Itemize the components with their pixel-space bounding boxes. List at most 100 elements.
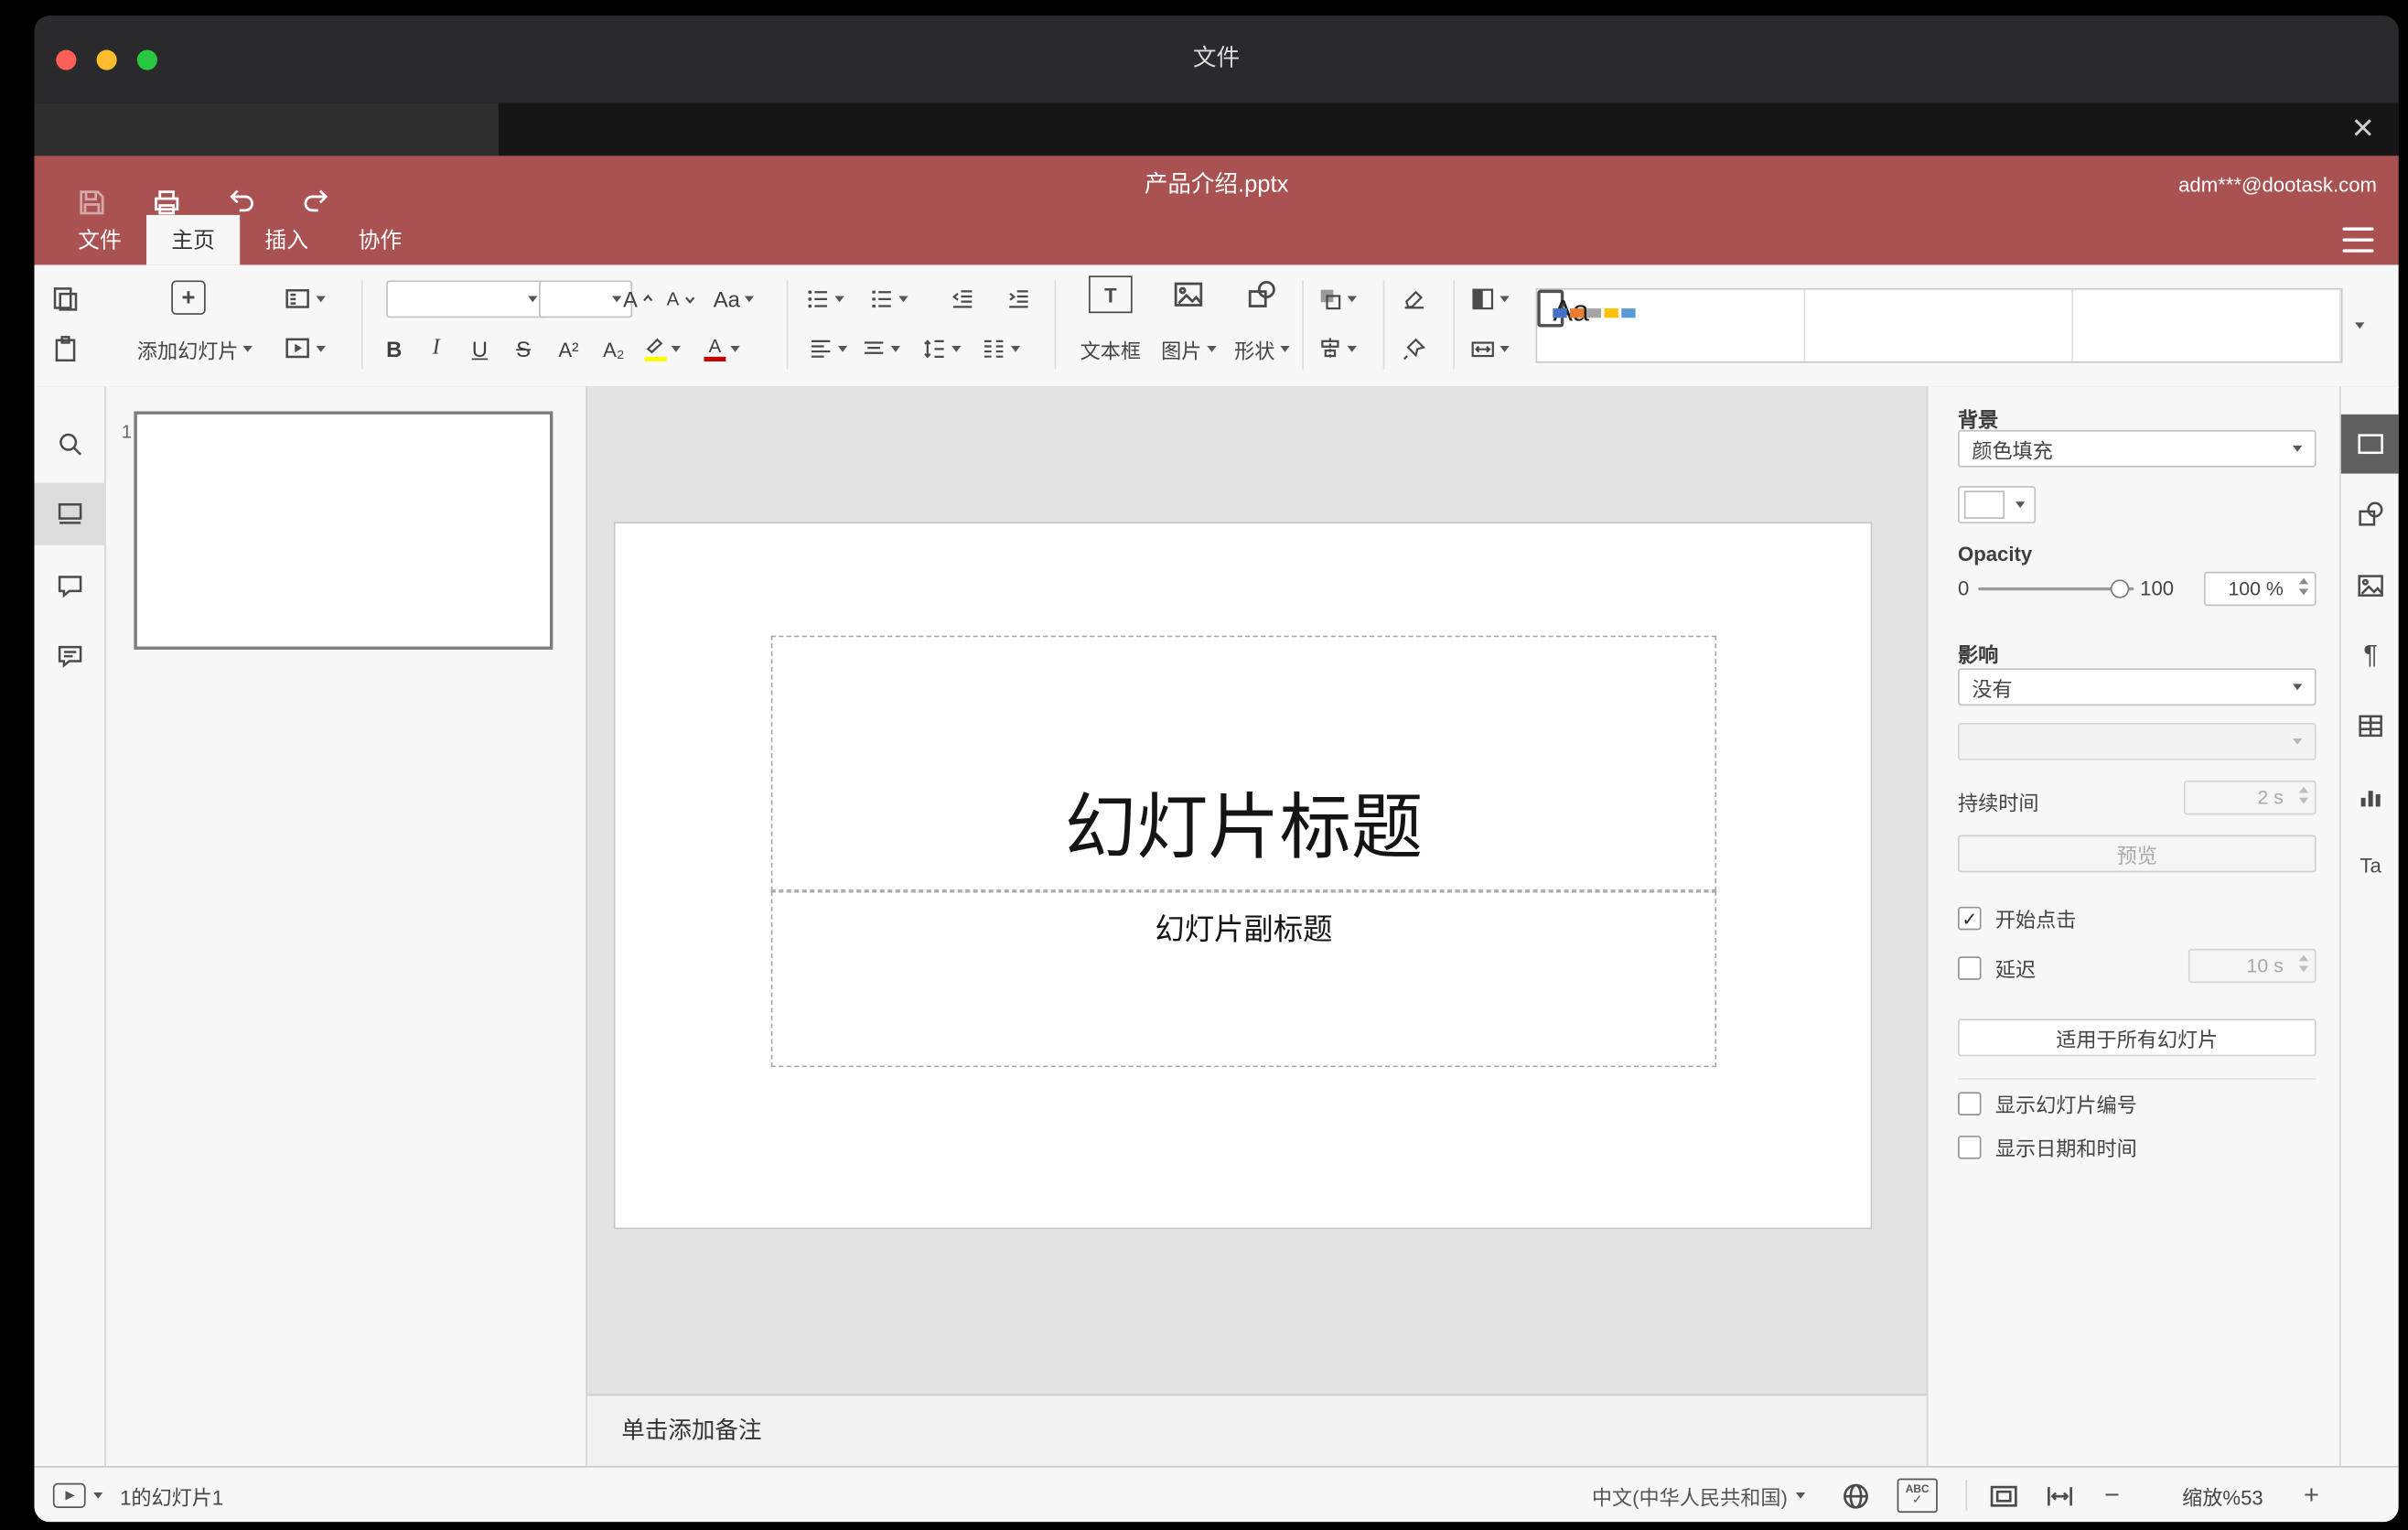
theme-gallery-expand-button[interactable] [2355,306,2365,346]
image-icon [1174,282,1203,307]
delay-spinner[interactable]: 10 s [2188,948,2317,984]
copy-button[interactable] [51,279,80,319]
subscript-button[interactable]: A₂ [597,329,630,369]
image-settings-button[interactable] [2346,561,2395,610]
font-size-combo[interactable] [539,280,633,318]
underline-button[interactable]: U [466,329,494,369]
editing-canvas: 幻灯片标题 幻灯片副标题 [586,386,1927,1395]
tab-home[interactable]: 主页 [146,214,241,265]
chevron-down-icon [528,296,538,303]
font-color-button[interactable]: A [704,329,740,369]
align-shapes-button[interactable] [1317,329,1357,369]
tab-collaboration[interactable]: 协作 [333,215,426,264]
spinner-arrows[interactable] [2298,954,2309,973]
columns-button[interactable] [982,329,1021,369]
tab-insert[interactable]: 插入 [240,215,333,264]
insert-textbox-button[interactable]: T [1075,275,1146,315]
color-scheme-button[interactable] [1470,279,1510,319]
start-preview-control[interactable] [52,1468,103,1523]
italic-button[interactable]: I [422,329,450,369]
title-placeholder[interactable]: 幻灯片标题 [770,635,1717,891]
chart-settings-button[interactable] [2346,771,2395,821]
insert-shape-button[interactable] [1231,275,1293,315]
theme-item-3[interactable] [2072,289,2341,361]
bullets-button[interactable] [805,279,844,319]
tab-file[interactable]: 文件 [53,215,146,264]
highlight-color-button[interactable] [644,329,681,369]
zoom-in-button[interactable]: + [2304,1468,2319,1523]
paste-button[interactable] [51,329,80,369]
fit-width-button[interactable] [2045,1468,2074,1523]
set-language-button[interactable] [1841,1468,1870,1523]
slide-1[interactable]: 幻灯片标题 幻灯片副标题 [613,522,1873,1230]
increase-indent-button[interactable] [1006,279,1031,319]
decrease-indent-button[interactable] [951,279,975,319]
search-button[interactable] [45,419,94,469]
slide-thumbnail-1[interactable] [134,411,554,650]
start-on-click-checkbox[interactable]: ✓ [1957,906,1982,931]
slides-panel-button[interactable] [34,482,106,545]
textart-settings-button[interactable]: Ta [2346,840,2395,889]
preview-button[interactable]: 预览 [1957,835,2317,873]
copy-style-button[interactable] [1402,329,1426,369]
duration-spinner[interactable]: 2 s [2183,780,2317,815]
fit-slide-button[interactable] [1989,1468,2018,1523]
show-slide-number-checkbox[interactable] [1957,1092,1982,1115]
transition-type-select[interactable] [1957,722,2317,760]
bold-button[interactable]: B [380,329,408,369]
theme-item-2[interactable] [1805,289,2073,361]
start-slideshow-button[interactable] [284,329,326,369]
add-slide-label-dropdown[interactable]: 添加幻灯片 [137,329,253,369]
clear-style-button[interactable] [1402,279,1426,319]
hamburger-menu-icon[interactable] [2342,227,2374,253]
change-layout-button[interactable] [284,279,326,319]
slide-settings-icon [2358,434,2383,455]
notes-placeholder[interactable]: 单击添加备注 [621,1395,761,1467]
subtitle-placeholder[interactable]: 幻灯片副标题 [770,890,1717,1068]
horizontal-align-button[interactable] [809,329,848,369]
opacity-slider-handle[interactable] [2110,579,2130,598]
line-spacing-button[interactable] [922,329,962,369]
spellcheck-button[interactable]: ABC ✓ [1897,1468,1938,1523]
slides-icon [58,503,82,524]
transition-effect-select[interactable]: 没有 [1957,668,2317,706]
paragraph-settings-button[interactable]: ¶ [2346,630,2395,680]
insert-shape-label[interactable]: 形状 [1231,329,1293,369]
comments-button[interactable] [45,561,94,610]
spinner-arrows[interactable] [2298,786,2309,804]
notes-area[interactable]: 单击添加备注 [586,1394,1927,1467]
delay-row: 延迟 [1957,954,2036,983]
background-color-picker[interactable] [1957,486,2037,524]
numbering-button[interactable] [869,279,908,319]
zoom-out-button[interactable]: − [2104,1468,2120,1523]
insert-image-label[interactable]: 图片 [1157,329,1220,369]
superscript-button[interactable]: A² [552,329,586,369]
shape-settings-button[interactable] [2346,490,2395,539]
highlighter-icon [644,337,667,361]
chat-button[interactable] [45,630,94,680]
slide-size-button[interactable] [1470,329,1510,369]
opacity-spinner[interactable]: 100 % [2203,571,2317,607]
close-icon[interactable]: × [2343,102,2383,156]
add-slide-button[interactable]: + [171,277,206,318]
insert-textbox-label[interactable]: 文本框 [1075,329,1146,369]
vertical-align-button[interactable] [861,329,901,369]
table-settings-button[interactable] [2346,701,2395,750]
increase-font-size-button[interactable]: A [623,279,655,319]
insert-image-button[interactable] [1157,275,1220,315]
show-date-time-checkbox[interactable] [1957,1136,1982,1159]
language-selector[interactable]: 中文(中华人民共和国) [1592,1468,1805,1523]
delay-checkbox[interactable] [1957,956,1982,980]
spinner-arrows[interactable] [2298,577,2309,596]
decrease-font-size-button[interactable]: A [667,279,696,319]
change-case-button[interactable]: Aa [714,279,755,319]
slide-settings-button[interactable] [2340,414,2399,474]
font-name-combo[interactable] [386,280,549,318]
strikeout-button[interactable]: S [510,329,538,369]
theme-item-4-selected[interactable]: Aa [1537,289,1636,329]
background-fill-select[interactable]: 颜色填充 [1957,429,2317,468]
arrange-shapes-button[interactable] [1317,279,1357,319]
show-date-time-row: 显示日期和时间 [1957,1133,2137,1162]
zoom-level[interactable]: 缩放%53 [2153,1468,2293,1523]
apply-to-all-slides-button[interactable]: 适用于所有幻灯片 [1957,1018,2317,1057]
